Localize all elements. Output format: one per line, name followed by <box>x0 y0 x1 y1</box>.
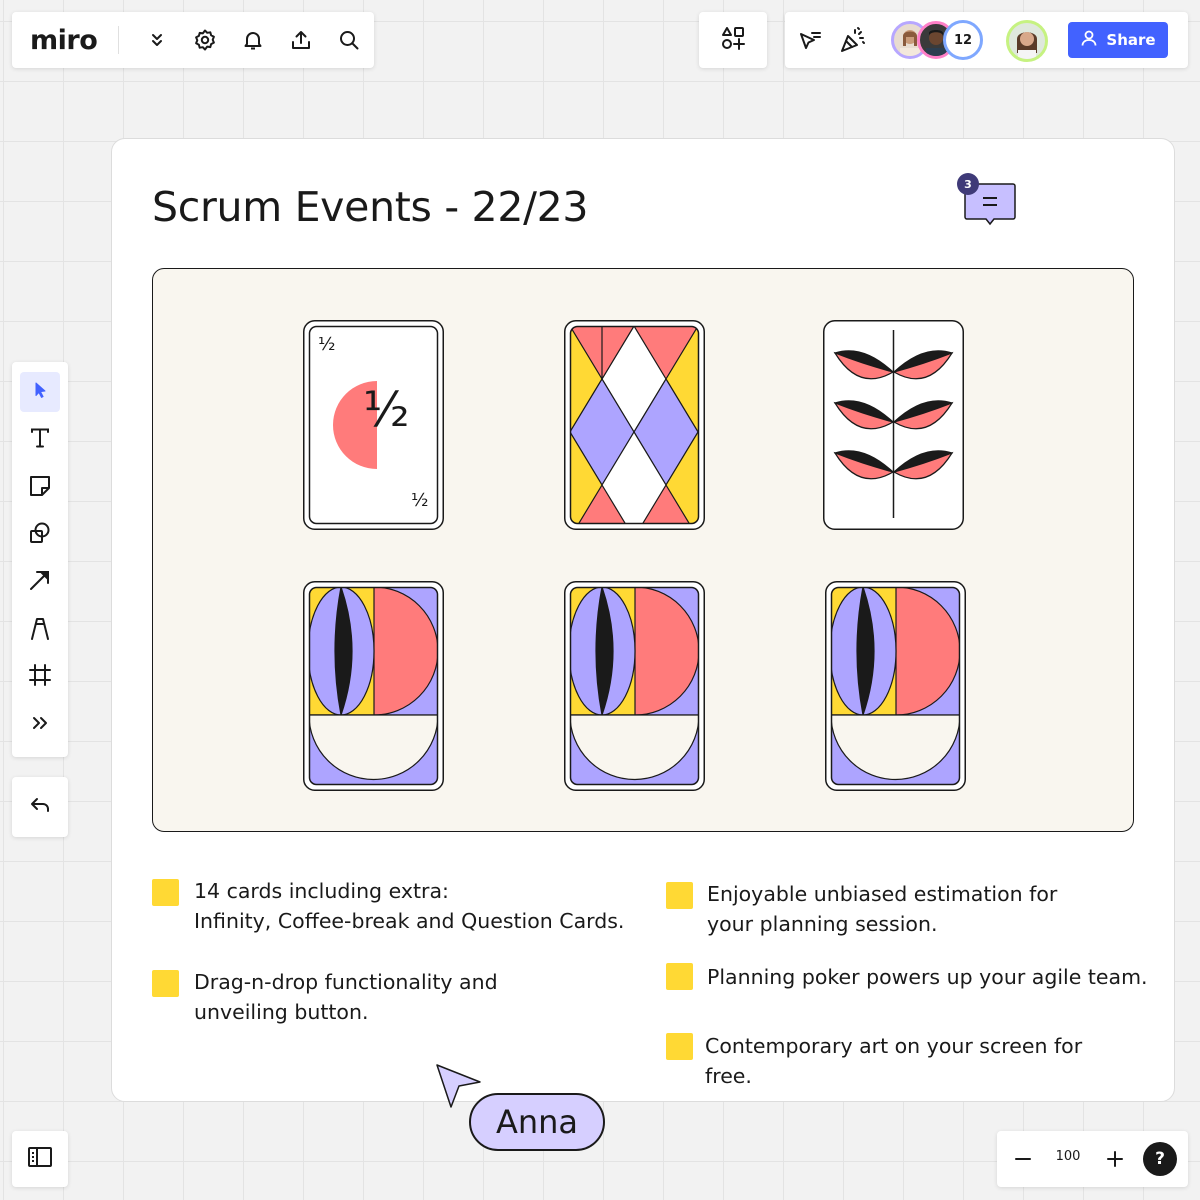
feature-line: free. <box>705 1064 752 1088</box>
shapes-icon <box>27 520 53 550</box>
miro-logo[interactable]: miro <box>30 25 104 56</box>
share-label: Share <box>1106 31 1156 49</box>
feature-item[interactable]: Planning poker powers up your agile team… <box>707 962 1148 992</box>
card-abstract-3[interactable] <box>825 581 966 791</box>
comment-thread[interactable]: 3 <box>957 173 1017 229</box>
sticky-note-tool[interactable] <box>20 468 60 508</box>
board-frame[interactable]: Scrum Events - 22/23 3 ½ ½ ½ 14 cards in… <box>111 138 1175 1102</box>
zoom-out-button[interactable] <box>1011 1147 1035 1171</box>
feature-line: Infinity, Coffee-break and Question Card… <box>194 909 625 933</box>
help-button[interactable]: ? <box>1143 1142 1177 1176</box>
frame-tool[interactable] <box>20 657 60 697</box>
upload-icon[interactable] <box>277 12 325 68</box>
select-tool[interactable] <box>20 372 60 412</box>
feature-line: Planning poker powers up your agile team… <box>707 965 1148 989</box>
board-title[interactable]: Scrum Events - 22/23 <box>152 183 589 231</box>
sticky-note[interactable] <box>666 882 693 909</box>
text-tool[interactable] <box>20 420 60 460</box>
zoom-level[interactable]: 100 <box>1047 1149 1089 1164</box>
card-harlequin[interactable] <box>564 320 705 530</box>
toolbar-divider <box>118 26 119 54</box>
more-tools-icon <box>27 710 53 740</box>
feature-item[interactable]: 14 cards including extra: Infinity, Coff… <box>194 876 624 936</box>
celebrate-icon[interactable] <box>837 24 869 56</box>
pen-tool[interactable] <box>20 610 60 650</box>
card-one-half[interactable]: ½ ½ ½ <box>303 320 444 530</box>
card-abstract-2[interactable] <box>564 581 705 791</box>
sticky-note[interactable] <box>152 879 179 906</box>
user-icon <box>1080 29 1098 51</box>
sticky-note[interactable] <box>152 970 179 997</box>
text-icon <box>27 425 53 455</box>
arrow-tool[interactable] <box>20 562 60 602</box>
card-abstract-1[interactable] <box>303 581 444 791</box>
collaboration-toolbar: 12 Share <box>785 12 1188 68</box>
feature-item[interactable]: Drag-n-drop functionality and unveiling … <box>194 967 498 1027</box>
zoom-controls: 100 ? <box>997 1131 1188 1187</box>
side-panel-icon <box>26 1143 54 1175</box>
side-panel-button[interactable] <box>12 1131 68 1187</box>
apps-button[interactable] <box>699 12 767 68</box>
feature-line: 14 cards including extra: <box>194 879 449 903</box>
feature-line: your planning session. <box>707 912 938 936</box>
card-leaves[interactable] <box>823 320 964 530</box>
current-user-avatar[interactable] <box>1006 20 1048 62</box>
feature-item[interactable]: Contemporary art on your screen for free… <box>705 1031 1082 1091</box>
card-corner-bottom: ½ <box>411 490 429 511</box>
feature-item[interactable]: Enjoyable unbiased estimation for your p… <box>707 879 1057 939</box>
bell-icon[interactable] <box>229 12 277 68</box>
sticky-note-icon <box>27 473 53 503</box>
settings-icon[interactable] <box>181 12 229 68</box>
shapes-tool[interactable] <box>20 515 60 555</box>
main-toolbar: miro <box>12 12 374 68</box>
pen-icon <box>27 615 53 645</box>
arrow-icon <box>27 567 53 597</box>
collaborator-cursor-label: Anna <box>469 1093 605 1151</box>
sticky-note[interactable] <box>666 1033 693 1060</box>
card-value: ½ <box>363 382 410 438</box>
zoom-in-button[interactable] <box>1103 1147 1127 1171</box>
apps-icon <box>720 25 746 55</box>
search-icon[interactable] <box>325 12 373 68</box>
cursor-follow-icon[interactable] <box>793 26 823 56</box>
creation-toolbar <box>12 362 68 757</box>
cards-showcase[interactable]: ½ ½ ½ <box>152 268 1134 832</box>
share-button[interactable]: Share <box>1068 22 1168 58</box>
undo-icon <box>27 792 53 822</box>
sticky-note[interactable] <box>666 963 693 990</box>
comment-count-badge: 3 <box>957 173 979 195</box>
feature-line: Enjoyable unbiased estimation for <box>707 882 1058 906</box>
feature-line: Contemporary art on your screen for <box>705 1034 1083 1058</box>
chevron-double-down-icon[interactable] <box>133 12 181 68</box>
undo-button[interactable] <box>12 777 68 837</box>
select-icon <box>27 377 53 407</box>
more-tools-button[interactable] <box>20 705 60 745</box>
frame-icon <box>27 662 53 692</box>
feature-line: unveiling button. <box>194 1000 369 1024</box>
collaborator-count-badge[interactable]: 12 <box>943 20 983 60</box>
feature-line: Drag-n-drop functionality and <box>194 970 498 994</box>
card-corner-top: ½ <box>318 334 336 355</box>
